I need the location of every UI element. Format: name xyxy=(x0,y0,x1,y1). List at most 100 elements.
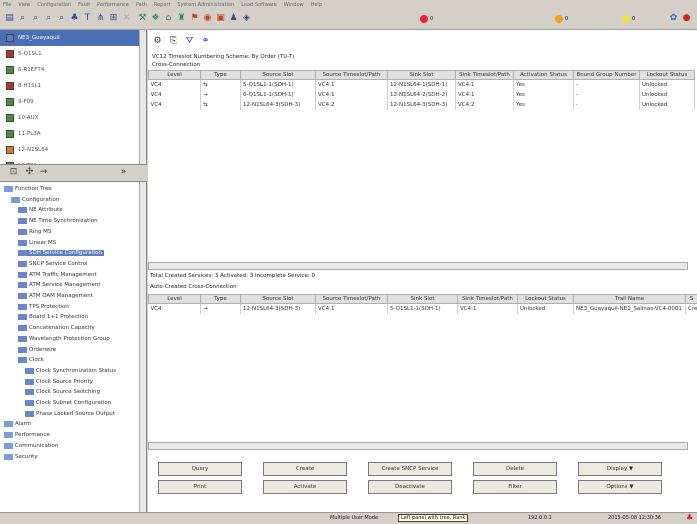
menu-item[interactable]: Load Software xyxy=(241,2,277,8)
filter-icon[interactable]: ⛛ xyxy=(184,36,195,47)
ne-board-item[interactable]: 8-H1SL1 xyxy=(0,78,140,94)
tree-node[interactable]: Performance xyxy=(4,432,50,439)
tree-node[interactable]: ATM Traffic Management xyxy=(18,271,97,278)
menu-item[interactable]: Window xyxy=(284,2,304,8)
tree-node[interactable]: Clock Synchronization Status xyxy=(25,367,116,374)
upper-table-scrollbar[interactable] xyxy=(148,262,688,270)
alarm-icon[interactable]: ⚑ xyxy=(189,13,200,24)
arrow-right-icon[interactable]: → xyxy=(38,167,49,178)
copy-icon[interactable]: ⎘ xyxy=(168,36,179,47)
more-icon[interactable]: » xyxy=(118,167,129,178)
column-header[interactable]: Type xyxy=(200,294,241,304)
column-header[interactable]: Source Timeslot/Path xyxy=(315,70,388,80)
table-row[interactable]: VC4 ⇆ 12-N1SL64-3(SDH-3) VC4:2 12-N1SL64-3(S… xyxy=(148,99,695,110)
tree-node[interactable]: SNCP Service Control xyxy=(18,260,87,267)
tree-node[interactable]: NE Time Synchronization xyxy=(18,218,98,225)
zoom-icon[interactable]: ⌕ xyxy=(43,13,54,24)
user-icon[interactable]: ♟ xyxy=(228,13,239,24)
ne-board-item[interactable]: NE3_Guayaquil xyxy=(0,30,140,46)
column-header[interactable]: Type xyxy=(200,70,241,80)
log-icon[interactable]: ▣ xyxy=(215,13,226,24)
create-sncp-button[interactable]: Create SNCP Service xyxy=(368,462,452,476)
service-icon[interactable]: ⚙ xyxy=(152,36,163,47)
zoom-icon[interactable]: ⌕ xyxy=(56,13,67,24)
column-header[interactable]: Sink Timeslot/Path xyxy=(457,294,518,304)
tree-node[interactable]: Board 1+1 Protection xyxy=(18,314,88,321)
column-header[interactable]: Level xyxy=(148,294,201,304)
column-header[interactable]: Level xyxy=(148,70,201,80)
tree-node[interactable]: Clock Subnet Configuration xyxy=(25,400,111,406)
minor-alarm[interactable]: 0 xyxy=(622,13,635,24)
tree-node[interactable]: Orderwire xyxy=(18,346,56,353)
ne-board-item[interactable]: 6-R1EFT4 xyxy=(0,62,140,78)
ne-board-item[interactable]: 11-PL3A xyxy=(0,126,140,142)
column-header[interactable]: Activation Status xyxy=(513,70,574,80)
lower-table-scrollbar[interactable] xyxy=(148,442,688,450)
tree-node[interactable]: Clock Source Switching xyxy=(25,389,100,396)
ne-list-scrollbar[interactable] xyxy=(139,30,146,164)
table-row[interactable]: VC4 ⇆ 5-Q1SL1-1(SDH-1) VC4:1 12-N1SL64-1(SDH… xyxy=(148,79,695,90)
tree-node[interactable]: Linear MS xyxy=(18,239,56,246)
column-header[interactable]: S xyxy=(685,294,697,304)
menu-item[interactable]: Report xyxy=(154,2,171,8)
filter-button[interactable]: Filter xyxy=(473,480,557,494)
report-icon[interactable]: ♜ xyxy=(176,13,187,24)
exit-icon[interactable]: ● xyxy=(681,13,692,24)
expand-icon[interactable]: ✣ xyxy=(24,167,35,178)
menu-item[interactable]: System Administration xyxy=(177,2,234,8)
tools-icon[interactable]: ⚒ xyxy=(137,13,148,24)
search-icon[interactable]: ⌕ xyxy=(17,13,28,24)
tree-node[interactable]: Function Tree xyxy=(4,186,52,192)
text-icon[interactable]: T xyxy=(82,13,93,24)
tree-node[interactable]: Communication xyxy=(4,442,58,449)
menu-item[interactable]: View xyxy=(18,2,30,8)
menu-item[interactable]: Help xyxy=(311,2,322,8)
delete-button[interactable]: Delete xyxy=(473,462,557,476)
activate-button[interactable]: Activate xyxy=(263,480,347,494)
menu-item[interactable]: Fault xyxy=(78,2,90,8)
create-button[interactable]: Create xyxy=(263,462,347,476)
tree-node[interactable]: Phase Locked Source Output xyxy=(25,410,115,417)
ne-icon[interactable]: ▤ xyxy=(4,13,15,24)
column-header[interactable]: Source Slot xyxy=(240,70,316,80)
security-icon[interactable]: ◈ xyxy=(241,13,252,24)
collapse-icon[interactable]: ⊡ xyxy=(8,167,19,178)
column-header[interactable]: Sink Slot xyxy=(387,294,458,304)
column-header[interactable]: Sink Timeslot/Path xyxy=(455,70,514,80)
menu-item[interactable]: Configuration xyxy=(37,2,71,8)
ne-board-item[interactable]: 10-AUX xyxy=(0,110,140,126)
tree-node[interactable]: Clock xyxy=(18,357,44,364)
tree-node[interactable]: NE Attribute xyxy=(18,207,63,214)
tree-node[interactable]: TPS Protection xyxy=(18,303,69,310)
help-icon[interactable]: ✿ xyxy=(668,13,679,24)
options-button[interactable]: Options ▼ xyxy=(578,480,662,494)
ne-board-item[interactable]: 5-Q1SL1 xyxy=(0,46,140,62)
tree-node[interactable]: Configuration xyxy=(11,196,59,203)
column-header[interactable]: Bound Group Number xyxy=(573,70,640,80)
display-button[interactable]: Display ▼ xyxy=(578,462,662,476)
tree-icon[interactable]: ⋔ xyxy=(95,13,106,24)
table-row[interactable]: VC4 → 12-N1SL64-3(SDH-3) VC4:1 5-Q1SL1-1(SDH… xyxy=(148,303,697,314)
tree-scrollbar[interactable] xyxy=(139,182,146,517)
menu-item[interactable]: Performance xyxy=(97,2,129,8)
query-button[interactable]: Query xyxy=(158,462,242,476)
column-header[interactable]: Lockout Status xyxy=(639,70,695,80)
search-icon[interactable]: ⌕ xyxy=(30,13,41,24)
tree-node[interactable]: Alarm xyxy=(4,421,31,428)
tree-node[interactable]: Concatenation Capacity xyxy=(18,325,95,332)
critical-alarm[interactable]: 0 xyxy=(420,13,433,24)
ne-board-item[interactable]: 9-F09 xyxy=(0,94,140,110)
ne-board-item[interactable]: 12-N1SL64 xyxy=(0,142,140,158)
topology-icon[interactable]: ♣ xyxy=(69,13,80,24)
link-icon[interactable]: ⚭ xyxy=(200,36,211,47)
tree-node[interactable]: Clock Source Priority xyxy=(25,378,93,385)
fault-icon[interactable]: ◉ xyxy=(202,13,213,24)
column-header[interactable]: Sink Slot xyxy=(387,70,456,80)
tree-node[interactable]: SDH Service Configuration xyxy=(18,250,104,257)
print-button[interactable]: Print xyxy=(158,480,242,494)
major-alarm[interactable]: 0 xyxy=(555,13,568,24)
tree-node[interactable]: Ring MS xyxy=(18,228,51,235)
tree-node[interactable]: ATM Service Management xyxy=(18,282,101,289)
deactivate-button[interactable]: Deactivate xyxy=(368,480,452,494)
config-icon[interactable]: ❖ xyxy=(150,13,161,24)
